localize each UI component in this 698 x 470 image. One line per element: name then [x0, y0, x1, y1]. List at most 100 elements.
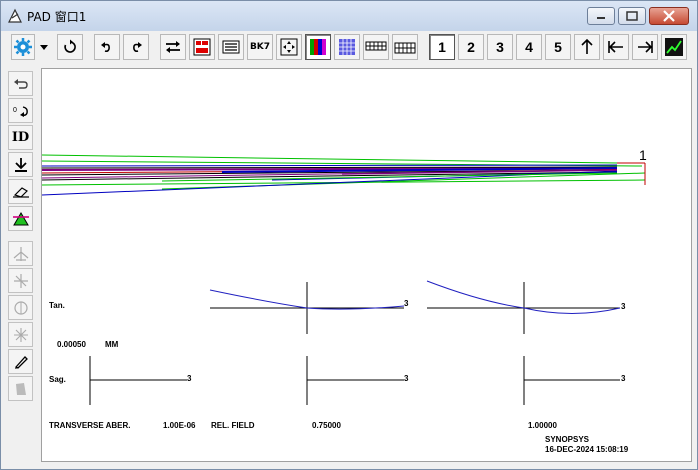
download-button[interactable]: [8, 152, 33, 177]
view-2-button[interactable]: 2: [458, 34, 484, 60]
redo-icon: [133, 42, 142, 53]
listing-button[interactable]: [218, 34, 244, 60]
field-label: REL. FIELD: [211, 421, 255, 430]
plot-canvas[interactable]: 1 Tan. 0.00050 MM Sag. 3 3 3 3 3 TRANSVE…: [41, 68, 692, 462]
maximize-button[interactable]: [618, 7, 646, 25]
pen-icon: [14, 355, 28, 369]
lens-table-button[interactable]: [189, 34, 215, 60]
tool-disabled-3[interactable]: [8, 295, 33, 320]
glass-label: BK7: [249, 42, 271, 52]
tan-plot-field-075: 3: [209, 282, 409, 334]
view-1-button[interactable]: 1: [429, 34, 455, 60]
star-lines-icon: [13, 327, 28, 342]
rotate-zero-icon: 0: [13, 105, 28, 117]
minimize-button[interactable]: [587, 7, 615, 25]
view-5-button[interactable]: 5: [545, 34, 571, 60]
back-button[interactable]: [8, 71, 33, 96]
crosshair-icon: [13, 273, 28, 288]
first-surface-button[interactable]: [603, 34, 629, 60]
download-icon: [14, 157, 27, 172]
undo-button[interactable]: [94, 34, 120, 60]
move-up-button[interactable]: [574, 34, 600, 60]
left-toolbar: 0 ID: [6, 69, 34, 461]
sag-plot-field-100: 3: [523, 356, 626, 405]
plot-svg: 1 Tan. 0.00050 MM Sag. 3 3 3 3 3 TRANSVE…: [41, 147, 647, 454]
circle-icon: [13, 300, 28, 315]
return-icon: [13, 78, 28, 89]
refresh-icon: [64, 39, 76, 53]
arrow-right-bar-icon: [638, 41, 653, 53]
svg-text:0: 0: [13, 107, 17, 114]
minimize-icon: [597, 17, 605, 19]
grid-large-button[interactable]: [392, 34, 418, 60]
aberration-label: TRANSVERSE ABER.: [49, 421, 131, 430]
grid-icon: [394, 42, 416, 54]
pad-window: PAD 窗口1 BK7 1 2 3 4 5 0 ID 1 Tan. 0.0005…: [0, 0, 698, 470]
view-4-button[interactable]: 4: [516, 34, 542, 60]
table-red-icon: [193, 38, 211, 56]
spot-diagram-button[interactable]: [334, 34, 360, 60]
last-surface-button[interactable]: [632, 34, 658, 60]
tool-disabled-1[interactable]: [8, 241, 33, 266]
chevron-down-icon: [40, 45, 48, 50]
settings-button[interactable]: [11, 34, 35, 60]
lens-marker: 1: [639, 147, 647, 163]
scale-value: 0.00050: [57, 340, 86, 349]
tan-plot-field-100: 3: [426, 280, 626, 334]
ray-bundle: [41, 154, 646, 196]
sag-plot-field-075: 3: [306, 356, 409, 405]
reset-rotation-button[interactable]: 0: [8, 98, 33, 123]
curve-end-label: 3: [404, 299, 409, 308]
aberration-value: 1.00E-06: [163, 421, 196, 430]
field-value-075: 0.75000: [312, 421, 341, 430]
ray-fan-icon: [13, 246, 28, 261]
grid-small-button[interactable]: [363, 34, 389, 60]
scale-unit: MM: [105, 340, 119, 349]
tool-disabled-4[interactable]: [8, 322, 33, 347]
zoom-fit-icon: [280, 38, 298, 56]
sag-plot-field-000: 3: [89, 356, 192, 405]
curve-end-label: 3: [621, 302, 626, 311]
color-rays-button[interactable]: [305, 34, 331, 60]
shape-icon: [15, 382, 26, 395]
close-button[interactable]: [649, 7, 689, 25]
refresh-button[interactable]: [57, 34, 83, 60]
field-value-100: 1.00000: [528, 421, 557, 430]
curve-end-label: 3: [404, 374, 409, 383]
sag-label: Sag.: [49, 375, 66, 384]
tool-disabled-5[interactable]: [8, 376, 33, 401]
maximize-icon: [626, 11, 638, 21]
main-toolbar: BK7 1 2 3 4 5: [6, 32, 693, 62]
curve-end-label: 3: [621, 374, 626, 383]
redo-button[interactable]: [123, 34, 149, 60]
graph-button[interactable]: [661, 34, 687, 60]
swap-arrows-icon: [166, 41, 180, 53]
tan-label: Tan.: [49, 301, 65, 310]
program-name: SYNOPSYS: [545, 435, 590, 444]
erase-button[interactable]: [8, 179, 33, 204]
swap-button[interactable]: [160, 34, 186, 60]
identify-button[interactable]: ID: [8, 125, 33, 150]
app-logo-icon: [8, 8, 22, 23]
graph-icon: [665, 38, 683, 56]
title-bar[interactable]: PAD 窗口1: [1, 1, 697, 31]
grid-icon: [365, 41, 387, 51]
tool-disabled-2[interactable]: [8, 268, 33, 293]
prism-icon: [12, 211, 29, 225]
curve-end-label: 3: [187, 374, 192, 383]
settings-dropdown[interactable]: [36, 34, 52, 60]
eraser-icon: [12, 186, 29, 198]
ray-blue-top: [41, 164, 618, 167]
timestamp: 16-DEC-2024 15:08:19: [545, 445, 629, 454]
prism-button[interactable]: [8, 206, 33, 231]
window-title: PAD 窗口1: [27, 10, 87, 24]
color-bars-icon: [310, 39, 326, 55]
glass-button[interactable]: BK7: [247, 34, 273, 60]
dot-pattern-icon: [339, 39, 355, 55]
pen-button[interactable]: [8, 349, 33, 374]
view-3-button[interactable]: 3: [487, 34, 513, 60]
arrow-up-icon: [581, 38, 593, 54]
list-icon: [222, 40, 240, 54]
zoom-fit-button[interactable]: [276, 34, 302, 60]
undo-icon: [101, 42, 110, 53]
